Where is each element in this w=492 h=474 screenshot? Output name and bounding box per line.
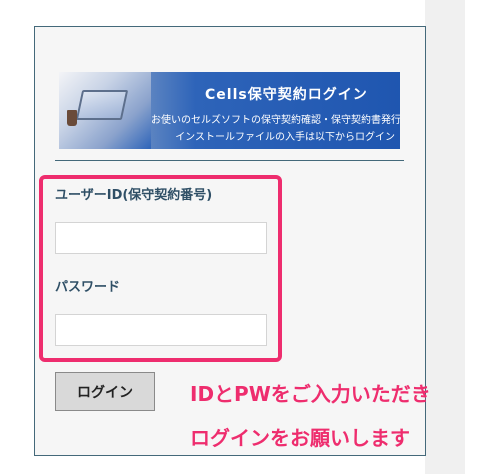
- banner-photo: [59, 72, 151, 149]
- annotation-line-1: IDとPWをご入力いただき: [190, 382, 431, 406]
- highlight-frame: [39, 175, 282, 362]
- banner-title: Cells保守契約ログイン: [205, 87, 368, 103]
- page-background-strip: [425, 0, 465, 474]
- login-banner: Cells保守契約ログイン お使いのセルズソフトの保守契約確認・保守契約書発行 …: [59, 72, 400, 149]
- laptop-image: [75, 90, 129, 120]
- banner-subtitle-1: お使いのセルズソフトの保守契約確認・保守契約書発行: [151, 115, 400, 126]
- login-button[interactable]: ログイン: [55, 372, 155, 411]
- banner-subtitle-2: インストールファイルの入手は以下からログイン: [175, 132, 395, 143]
- banner-divider: [55, 160, 404, 161]
- annotation-line-2: ログインをお願いします: [190, 426, 410, 450]
- mug-image: [67, 110, 77, 126]
